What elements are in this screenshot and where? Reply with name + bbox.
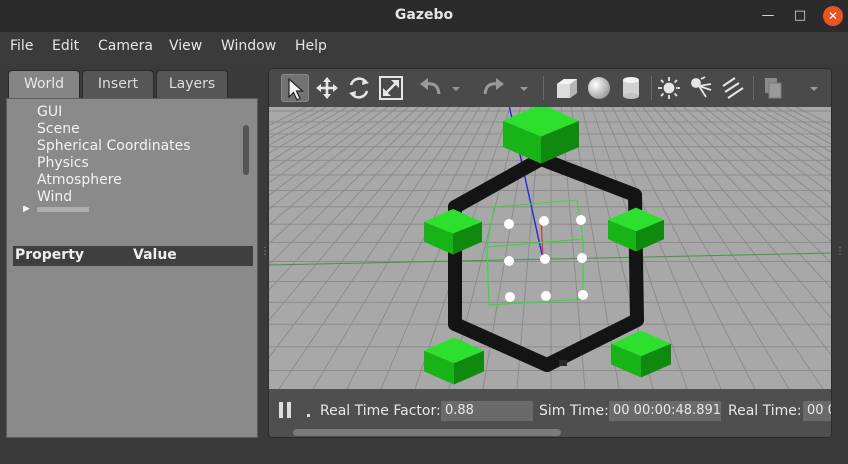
tab-layers[interactable]: Layers	[156, 70, 228, 98]
tab-insert[interactable]: Insert	[82, 70, 154, 98]
copy-icon[interactable]	[759, 74, 787, 102]
menu-camera[interactable]: Camera	[98, 38, 153, 54]
title-bar: Gazebo — □ ✕	[0, 0, 848, 32]
menu-view[interactable]: View	[169, 38, 202, 54]
control-handle	[541, 291, 551, 301]
gazebo-window: Gazebo — □ ✕ File Edit Camera View Windo…	[0, 0, 848, 464]
menu-window[interactable]: Window	[221, 38, 276, 54]
real-time-label: Real Time:	[728, 403, 802, 419]
redo-dropdown-icon[interactable]	[517, 74, 531, 102]
control-handle	[504, 219, 514, 229]
directional-light-icon[interactable]	[719, 74, 747, 102]
cylinder-shape-icon[interactable]	[617, 74, 645, 102]
control-handle	[539, 216, 549, 226]
maximize-icon[interactable]: □	[790, 6, 810, 26]
value-column-header: Value	[133, 247, 177, 263]
right-splitter-handle[interactable]: ⋮	[835, 246, 845, 257]
expand-arrow-icon[interactable]: ▶	[23, 206, 31, 212]
status-scrollbar[interactable]	[293, 429, 561, 436]
left-panel: World Insert Layers GUI Scene Spherical …	[6, 68, 258, 438]
control-handle	[540, 254, 550, 264]
close-icon[interactable]: ✕	[823, 6, 843, 26]
toolbar-overflow-icon[interactable]	[807, 74, 821, 102]
control-handle	[505, 292, 515, 302]
tree-item-models-partial	[37, 207, 145, 212]
tree-item-spherical-coordinates[interactable]: Spherical Coordinates	[37, 138, 191, 154]
tree-scrollbar[interactable]	[243, 125, 249, 175]
spot-light-icon[interactable]	[687, 74, 715, 102]
menu-help[interactable]: Help	[295, 38, 327, 54]
sphere-shape-icon[interactable]	[585, 74, 613, 102]
redo-icon[interactable]	[479, 74, 507, 102]
undo-dropdown-icon[interactable]	[449, 74, 463, 102]
real-time-factor-label: Real Time Factor:	[320, 403, 441, 419]
translate-mode-icon[interactable]	[313, 74, 341, 102]
origin-marker	[559, 360, 567, 366]
point-light-icon[interactable]	[655, 74, 683, 102]
tree-item-wind[interactable]: Wind	[37, 189, 72, 205]
control-handle	[577, 253, 587, 263]
toolbar-divider	[651, 76, 652, 100]
tree-item-scene[interactable]: Scene	[37, 121, 80, 137]
tree-item-gui[interactable]: GUI	[37, 104, 62, 120]
box-shape-icon[interactable]	[553, 74, 581, 102]
property-column-header: Property	[15, 247, 85, 263]
pause-icon[interactable]	[279, 402, 295, 420]
tab-world[interactable]: World	[8, 70, 80, 100]
scale-mode-icon[interactable]	[377, 74, 405, 102]
real-time-field: 00 0	[803, 401, 831, 421]
tree-item-physics[interactable]: Physics	[37, 155, 89, 171]
status-bar: Real Time Factor: 0.88 Sim Time: 00 00:0…	[269, 389, 831, 437]
control-handle	[576, 215, 586, 225]
rotate-mode-icon[interactable]	[345, 74, 373, 102]
sim-time-field: 00 00:00:48.891	[609, 401, 721, 421]
window-title: Gazebo	[394, 7, 454, 23]
menu-edit[interactable]: Edit	[52, 38, 79, 54]
toolbar-divider	[753, 76, 754, 100]
control-handle	[578, 290, 588, 300]
world-panel: GUI Scene Spherical Coordinates Physics …	[6, 98, 258, 438]
menu-bar: File Edit Camera View Window Help	[0, 32, 848, 62]
real-time-factor-field: 0.88	[441, 401, 533, 421]
toolbar	[269, 69, 831, 107]
tree-item-atmosphere[interactable]: Atmosphere	[37, 172, 122, 188]
sim-time-label: Sim Time:	[539, 403, 609, 419]
property-table-header: Property Value	[13, 246, 253, 266]
menu-file[interactable]: File	[10, 38, 33, 54]
render-panel: Real Time Factor: 0.88 Sim Time: 00 00:0…	[268, 68, 832, 438]
control-handle	[504, 256, 514, 266]
scene-render[interactable]	[269, 104, 832, 390]
3d-viewport[interactable]	[269, 104, 832, 390]
select-mode-icon[interactable]	[281, 74, 309, 102]
undo-icon[interactable]	[417, 74, 445, 102]
step-icon[interactable]	[307, 414, 310, 417]
toolbar-divider	[543, 76, 544, 100]
minimize-icon[interactable]: —	[758, 6, 778, 26]
